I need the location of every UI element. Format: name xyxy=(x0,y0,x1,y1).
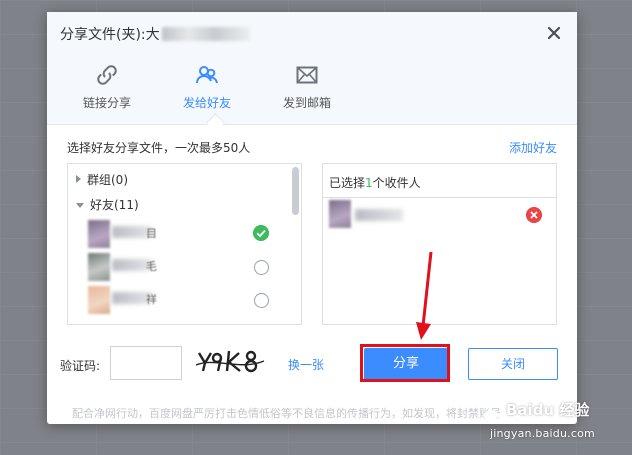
annotation-arrow xyxy=(416,251,433,340)
watermark-brand: Baidu 经验 xyxy=(506,401,590,419)
watermark-url: jingyan.baidu.com xyxy=(490,427,595,440)
baidu-paw-logo xyxy=(482,397,500,419)
